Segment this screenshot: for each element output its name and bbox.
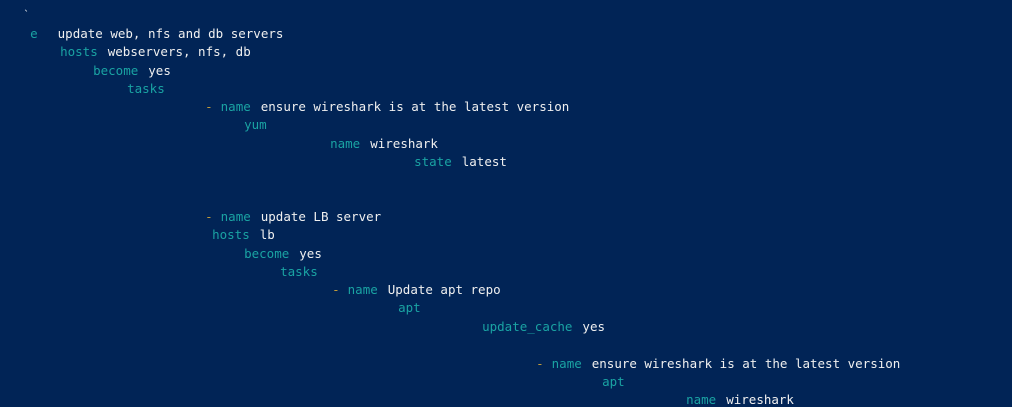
code-line-title: e update web, nfs and db servers: [0, 7, 283, 41]
list-dash: -: [332, 282, 340, 297]
yaml-value: yes: [582, 319, 605, 334]
code-line-apt-task-name: - name Update apt repo: [302, 263, 501, 297]
yaml-key: apt: [602, 374, 625, 389]
code-line-yum-name: name wireshark: [300, 117, 438, 151]
code-line-apt-name: name wireshark: [656, 373, 794, 407]
yaml-value: update LB server: [260, 209, 382, 224]
yaml-value: latest: [461, 154, 507, 169]
yaml-key: state: [414, 154, 452, 169]
list-dash: -: [205, 99, 213, 114]
code-line-play2-become: become yes: [214, 227, 322, 261]
code-line-apt-state: statelatest: [742, 391, 865, 407]
list-dash: -: [536, 356, 544, 371]
yaml-key: yum: [244, 117, 267, 132]
yaml-key: name: [330, 136, 361, 151]
yaml-key: update_cache: [482, 319, 573, 334]
yaml-value: ensure wireshark is at the latest versio…: [260, 99, 570, 114]
mouse-cursor-icon: ˎ: [24, 1, 29, 12]
terminal-window[interactable]: e update web, nfs and db servers hosts web…: [0, 0, 1012, 407]
yaml-key: name: [686, 392, 717, 407]
code-line-yum-state: state latest: [384, 135, 507, 169]
yaml-key: apt: [398, 300, 421, 315]
code-line-play2-hosts: hosts lb: [182, 208, 275, 242]
code-line-wireshark-task-name: - name ensure wireshark is at the latest v…: [506, 337, 900, 371]
yaml-key: tasks: [127, 81, 165, 96]
code-line-play2-tasks: tasks: [250, 245, 318, 279]
code-line-tasks: tasks: [97, 62, 165, 96]
code-line-hosts: hosts webservers, nfs, db: [30, 25, 251, 59]
code-line-yum: yum: [214, 98, 267, 132]
window-edge: [1012, 0, 1028, 414]
code-line-task-name: - name ensure wireshark is at the latest v…: [175, 80, 569, 114]
code-line-play2-name: - name update LB server: [175, 190, 381, 224]
code-line-apt-2: apt: [572, 355, 625, 389]
code-line-apt: apt: [368, 281, 421, 315]
code-line-update-cache: update_cache yes: [452, 300, 605, 334]
code-line-become: become yes: [63, 44, 171, 78]
yaml-value: ensure wireshark is at the latest versio…: [591, 356, 901, 371]
